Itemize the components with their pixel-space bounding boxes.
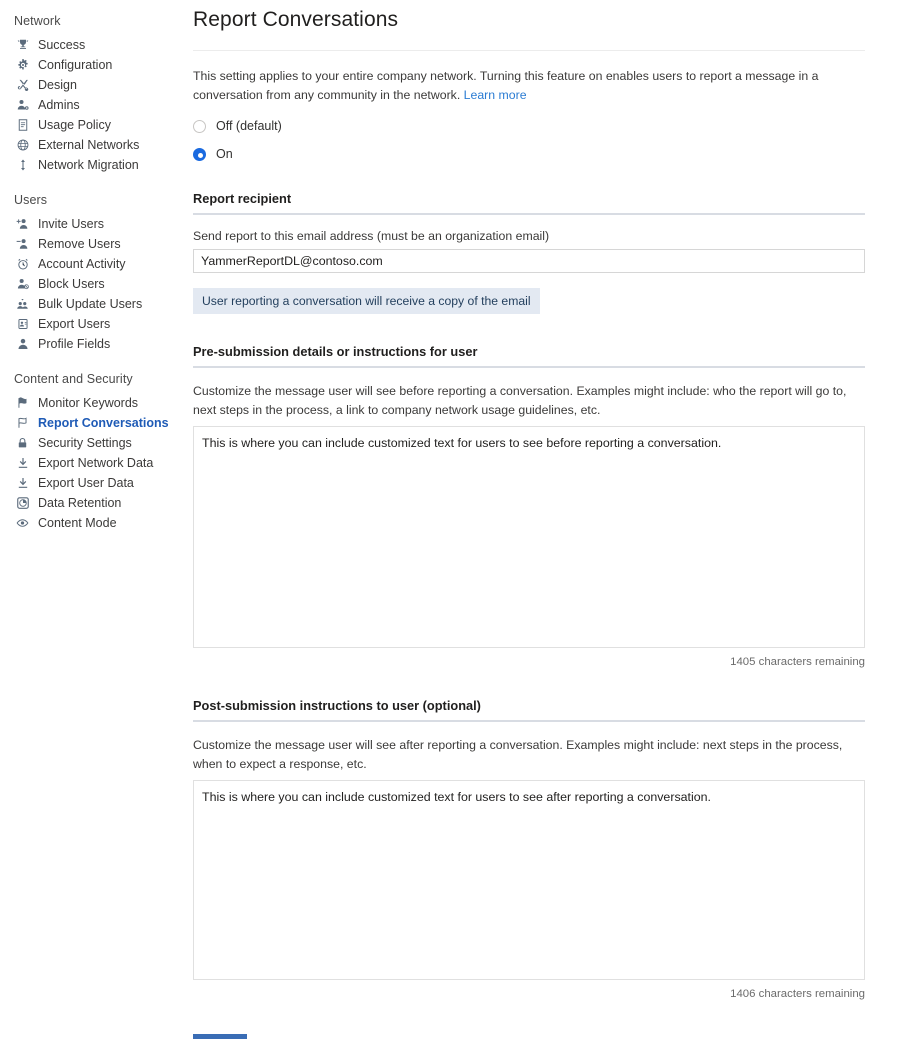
learn-more-link[interactable]: Learn more bbox=[464, 88, 527, 102]
section-report-recipient: Report recipient Send report to this ema… bbox=[193, 191, 865, 314]
sidebar-group-content-and-security: Content and Security Monitor Keywords Repo… bbox=[0, 372, 185, 533]
sidebar-item-label: Network Migration bbox=[38, 158, 139, 172]
clock-icon bbox=[14, 258, 31, 270]
trophy-icon bbox=[14, 39, 31, 51]
sidebar-item-bulk-update-users[interactable]: Bulk Update Users bbox=[0, 294, 185, 314]
sidebar-item-report-conversations[interactable]: Report Conversations bbox=[0, 413, 185, 433]
sidebar-item-label: Content Mode bbox=[38, 516, 117, 530]
people-sync-icon bbox=[14, 298, 31, 310]
sidebar-item-label: Export Users bbox=[38, 317, 111, 331]
page-title: Report Conversations bbox=[193, 8, 399, 31]
sidebar-item-export-user-data[interactable]: Export User Data bbox=[0, 473, 185, 493]
report-recipient-heading: Report recipient bbox=[193, 191, 865, 215]
sidebar-item-label: Block Users bbox=[38, 277, 105, 291]
radio-option-on[interactable]: On bbox=[193, 147, 865, 161]
sidebar-item-label: Account Activity bbox=[38, 257, 126, 271]
sidebar-item-label: Report Conversations bbox=[38, 416, 169, 430]
main-content: Report Conversations This setting applie… bbox=[185, 0, 900, 1039]
globe-icon bbox=[14, 139, 31, 151]
sidebar-item-label: Admins bbox=[38, 98, 80, 112]
sidebar-group-title: Network bbox=[14, 14, 61, 28]
email-field-label: Send report to this email address (must … bbox=[193, 229, 550, 243]
sidebar-item-network-migration[interactable]: Network Migration bbox=[0, 155, 185, 175]
section-post-submission: Post-submission instructions to user (op… bbox=[193, 698, 865, 1000]
save-button[interactable]: Save bbox=[193, 1034, 247, 1039]
sidebar-item-label: External Networks bbox=[38, 138, 140, 152]
sidebar-item-label: Remove Users bbox=[38, 237, 121, 251]
sidebar-item-label: Design bbox=[38, 78, 77, 92]
post-submission-counter: 1406 characters remaining bbox=[730, 988, 865, 1000]
sidebar-item-label: Bulk Update Users bbox=[38, 297, 143, 311]
sidebar-item-security-settings[interactable]: Security Settings bbox=[0, 433, 185, 453]
clock-circle-icon bbox=[14, 497, 31, 509]
sidebar-item-label: Monitor Keywords bbox=[38, 396, 139, 410]
arrows-updown-icon bbox=[14, 159, 31, 171]
sidebar-item-label: Configuration bbox=[38, 58, 113, 72]
sidebar-item-label: Export Network Data bbox=[38, 456, 154, 470]
sidebar-item-label: Export User Data bbox=[38, 476, 134, 490]
person-block-icon bbox=[14, 278, 31, 290]
sidebar-group-title: Users bbox=[14, 193, 48, 207]
title-divider bbox=[193, 50, 865, 51]
download-icon bbox=[14, 477, 31, 489]
flag-outline-icon bbox=[14, 417, 31, 429]
person-add-icon bbox=[14, 218, 31, 230]
pre-submission-counter: 1405 characters remaining bbox=[730, 656, 865, 668]
sidebar-item-content-mode[interactable]: Content Mode bbox=[0, 513, 185, 533]
sidebar-nav: Network Success Configuration Design Admins U… bbox=[0, 0, 185, 1039]
sidebar-item-account-activity[interactable]: Account Activity bbox=[0, 254, 185, 274]
sidebar-item-admins[interactable]: Admins bbox=[0, 95, 185, 115]
sidebar-item-label: Data Retention bbox=[38, 496, 122, 510]
radio-on-label: On bbox=[216, 147, 233, 161]
sidebar-item-label: Invite Users bbox=[38, 217, 104, 231]
sidebar-item-profile-fields[interactable]: Profile Fields bbox=[0, 334, 185, 354]
sidebar-item-remove-users[interactable]: Remove Users bbox=[0, 234, 185, 254]
scissors-icon bbox=[14, 79, 31, 91]
sidebar-group-title: Content and Security bbox=[14, 372, 133, 386]
sidebar-item-monitor-keywords[interactable]: Monitor Keywords bbox=[0, 393, 185, 413]
app-root: Network Success Configuration Design Admins U… bbox=[0, 0, 900, 1039]
document-icon bbox=[14, 119, 31, 131]
section-pre-submission: Pre-submission details or instructions f… bbox=[193, 344, 865, 668]
post-submission-textarea[interactable] bbox=[193, 780, 865, 980]
post-submission-helper: Customize the message user will see afte… bbox=[193, 738, 843, 771]
download-icon bbox=[14, 457, 31, 469]
sidebar-item-export-network-data[interactable]: Export Network Data bbox=[0, 453, 185, 473]
sidebar-item-label: Security Settings bbox=[38, 436, 132, 450]
sidebar-item-data-retention[interactable]: Data Retention bbox=[0, 493, 185, 513]
radio-off-indicator[interactable] bbox=[193, 119, 206, 133]
sidebar-item-usage-policy[interactable]: Usage Policy bbox=[0, 115, 185, 135]
sidebar-item-design[interactable]: Design bbox=[0, 75, 185, 95]
sidebar-item-invite-users[interactable]: Invite Users bbox=[0, 214, 185, 234]
radio-on-indicator[interactable] bbox=[193, 147, 206, 161]
sidebar-item-block-users[interactable]: Block Users bbox=[0, 274, 185, 294]
radio-off-label: Off (default) bbox=[216, 119, 282, 133]
sidebar-item-configuration[interactable]: Configuration bbox=[0, 55, 185, 75]
copy-of-email-notice: User reporting a conversation will recei… bbox=[193, 288, 540, 314]
flag-filled-icon bbox=[14, 397, 31, 409]
lock-icon bbox=[14, 437, 31, 449]
intro-paragraph: This setting applies to your entire comp… bbox=[193, 67, 865, 105]
gear-icon bbox=[14, 59, 31, 71]
contact-card-icon bbox=[14, 318, 31, 330]
sidebar-item-export-users[interactable]: Export Users bbox=[0, 314, 185, 334]
pre-submission-textarea[interactable] bbox=[193, 426, 865, 648]
sidebar-item-label: Usage Policy bbox=[38, 118, 111, 132]
sidebar-item-external-networks[interactable]: External Networks bbox=[0, 135, 185, 155]
sidebar-item-label: Success bbox=[38, 38, 86, 52]
person-icon bbox=[14, 338, 31, 350]
pre-submission-helper: Customize the message user will see befo… bbox=[193, 384, 847, 417]
sidebar-item-label: Profile Fields bbox=[38, 337, 111, 351]
eye-icon bbox=[14, 517, 31, 529]
report-email-input[interactable] bbox=[193, 249, 865, 273]
sidebar-group-users: Users Invite Users Remove Users Account Act… bbox=[0, 193, 185, 354]
post-submission-heading: Post-submission instructions to user (op… bbox=[193, 698, 865, 722]
pre-submission-heading: Pre-submission details or instructions f… bbox=[193, 344, 865, 368]
sidebar-group-network: Network Success Configuration Design Admins U… bbox=[0, 14, 185, 175]
person-gear-icon bbox=[14, 99, 31, 111]
radio-option-off[interactable]: Off (default) bbox=[193, 119, 865, 133]
sidebar-item-success[interactable]: Success bbox=[0, 35, 185, 55]
person-remove-icon bbox=[14, 238, 31, 250]
